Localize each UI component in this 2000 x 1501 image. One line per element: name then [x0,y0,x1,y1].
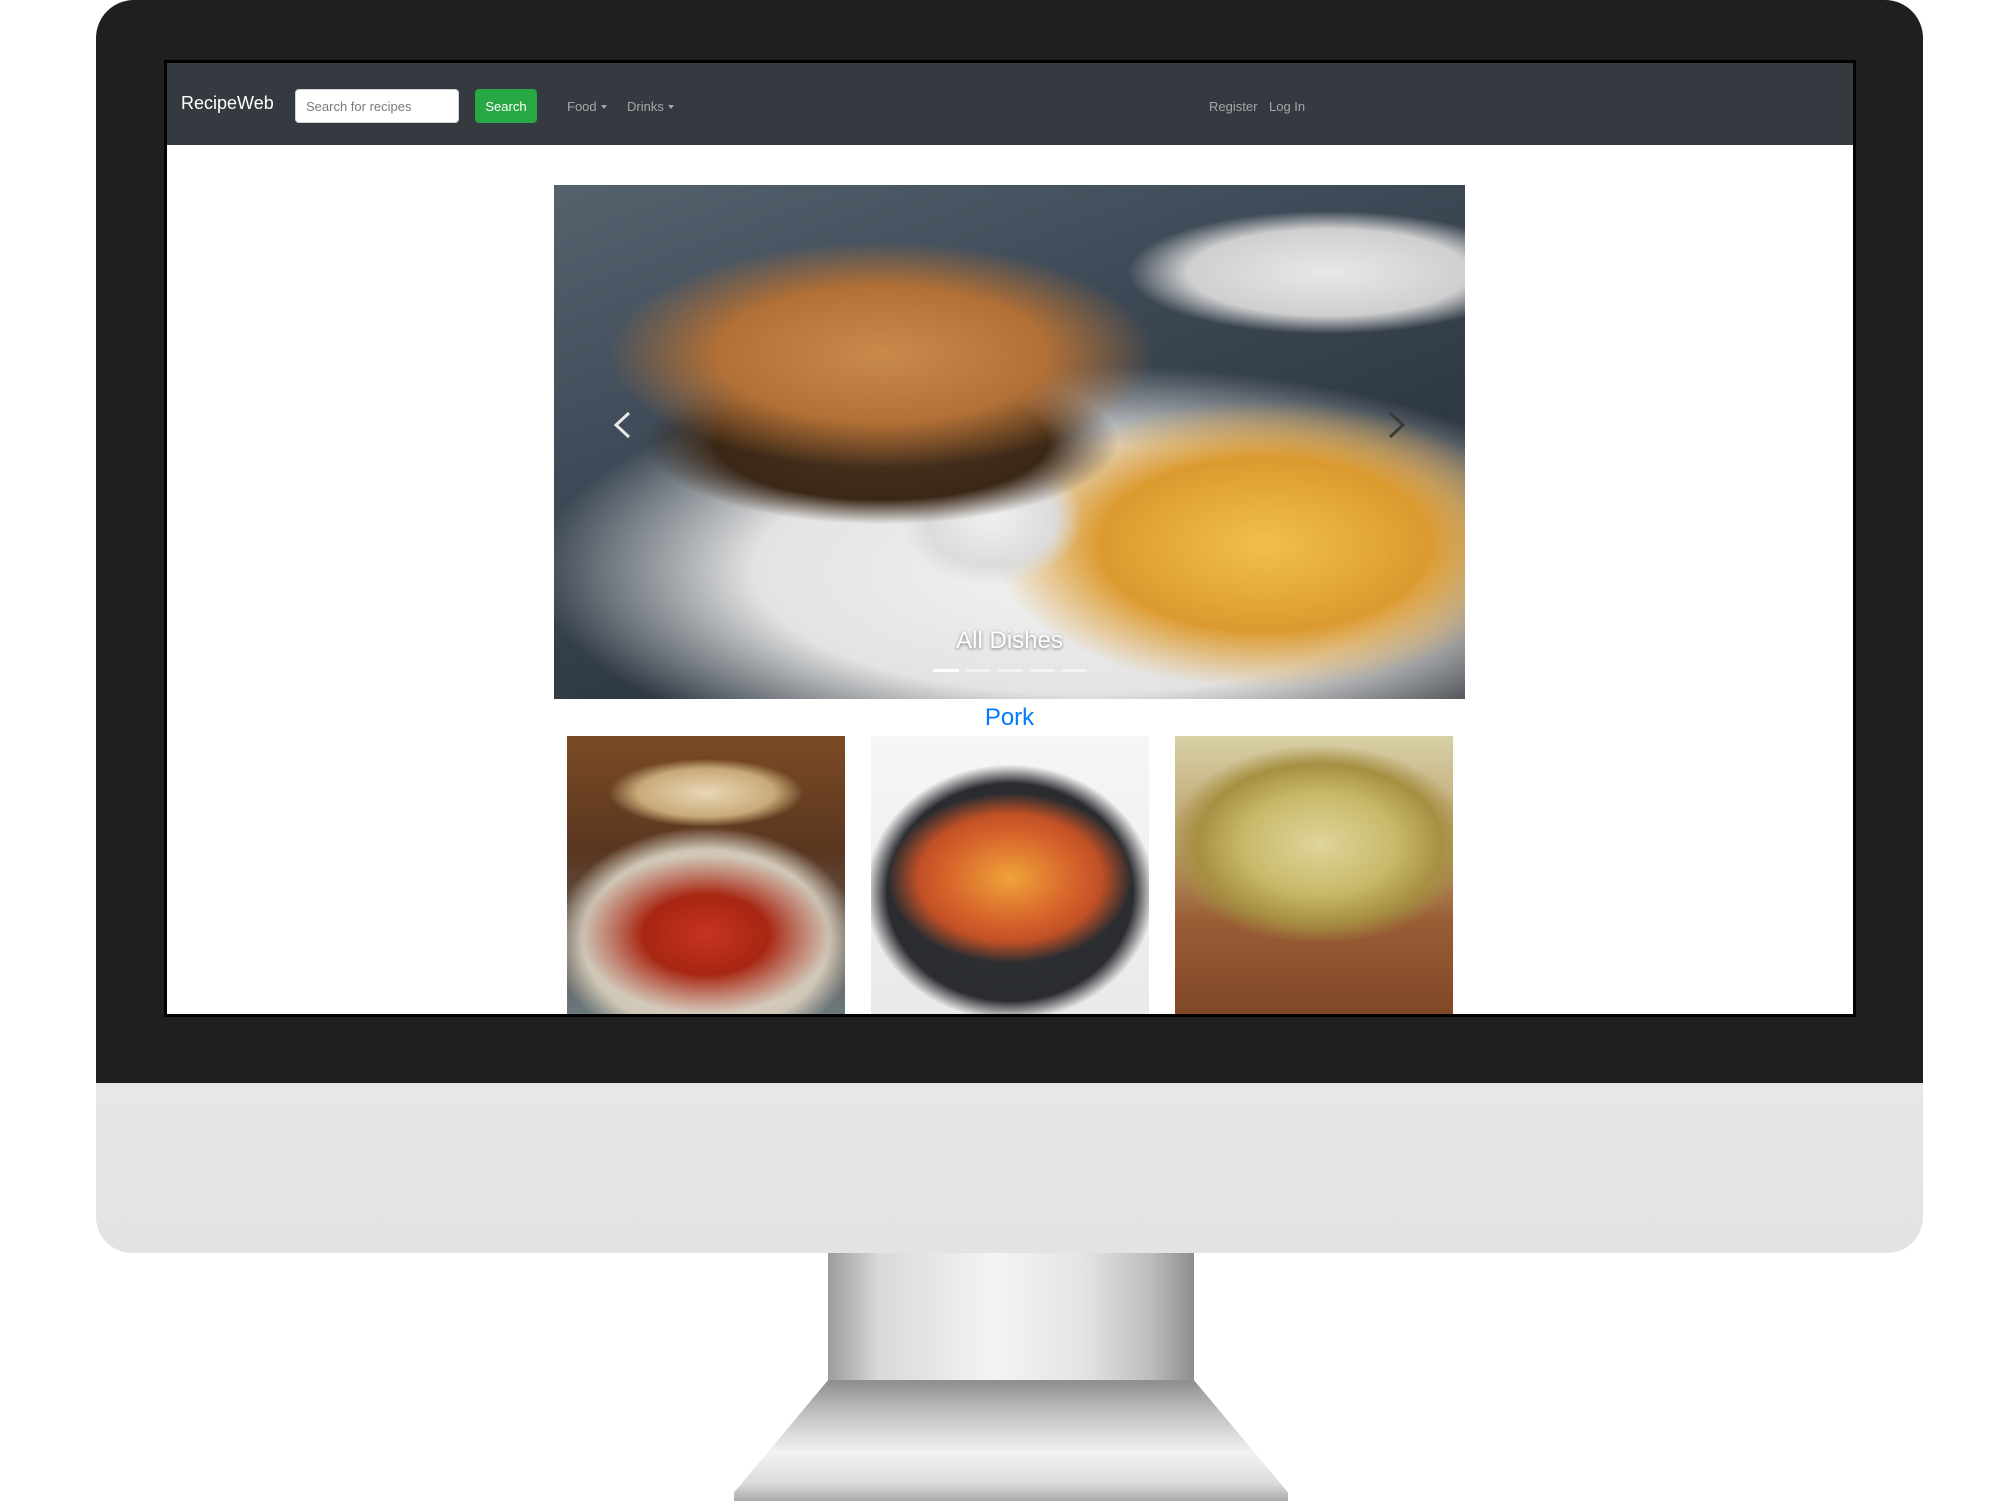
chevron-right-icon [1388,411,1406,439]
register-link[interactable]: Register [1209,99,1257,114]
carousel-indicator-2[interactable] [964,669,991,672]
vegetable-frittata-photo [1175,736,1453,1014]
caret-down-icon [600,105,607,109]
nav-drinks-dropdown[interactable]: Drinks [627,99,674,114]
carousel-indicator-3[interactable] [996,669,1023,672]
carousel-caption: All Dishes [956,627,1063,654]
search-input[interactable] [295,89,459,123]
login-link[interactable]: Log In [1269,99,1305,114]
recipe-card[interactable] [1175,736,1453,1014]
browser-viewport: RecipeWeb Search Food Drinks Register Lo… [167,63,1853,1014]
carousel-next-button[interactable] [1367,395,1427,455]
carousel-indicator-4[interactable] [1028,669,1055,672]
burger-and-fries-photo [554,185,1465,699]
sweet-and-sour-pork-photo [567,736,845,1014]
carousel-indicator-1[interactable] [932,669,959,672]
recipe-card[interactable] [567,736,845,1014]
brand-logo-link[interactable]: RecipeWeb [181,93,274,114]
monitor-screen: RecipeWeb Search Food Drinks Register Lo… [164,60,1856,1017]
carousel-indicators [554,669,1465,672]
carousel-prev-button[interactable] [592,395,652,455]
hero-carousel: All Dishes [554,185,1465,699]
caret-down-icon [667,105,674,109]
recipe-card[interactable] [871,736,1149,1014]
hot-and-sour-soup-photo [871,736,1149,1014]
nav-drinks-label: Drinks [627,99,664,114]
monitor-stand-foot [734,1380,1288,1501]
monitor-chin [96,1083,1923,1253]
search-button[interactable]: Search [475,89,537,123]
nav-food-dropdown[interactable]: Food [567,99,607,114]
carousel-indicator-5[interactable] [1060,669,1087,672]
nav-food-label: Food [567,99,597,114]
top-navbar: RecipeWeb Search Food Drinks Register Lo… [167,63,1853,145]
section-title-pork[interactable]: Pork [554,704,1465,732]
chevron-left-icon [613,411,631,439]
